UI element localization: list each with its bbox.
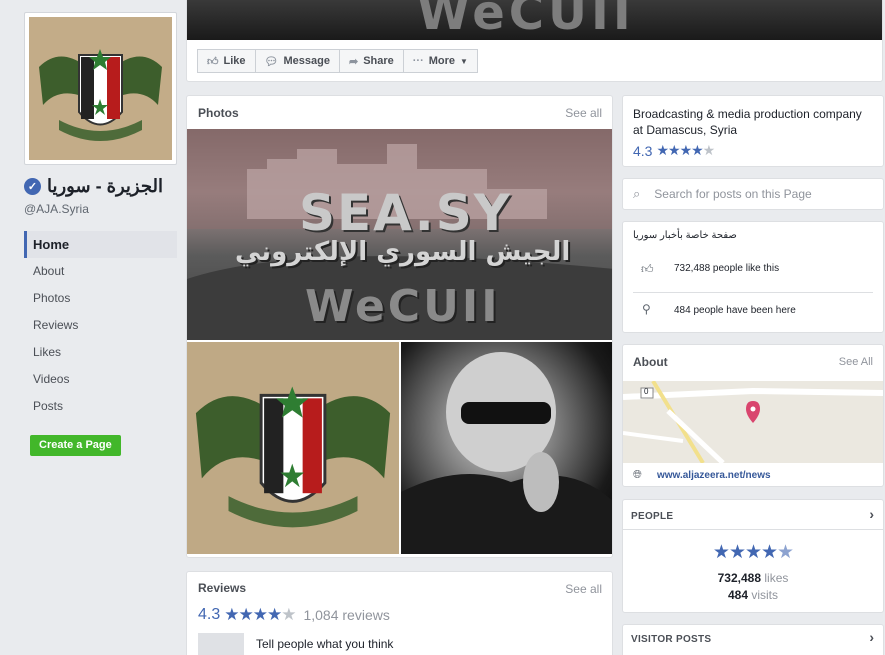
message-label: Message [283,55,330,67]
people-visits[interactable]: 484 visits [623,588,883,602]
photos-card: Photos See all SEA.SY الجيش السوري الإلك… [186,95,613,558]
photo-emblem[interactable] [187,342,399,554]
page-name-text: الجزيرة - سوريا [47,176,163,196]
avatar [198,633,244,655]
reviews-see-all-link[interactable]: See all [565,582,602,596]
photos-see-all-link[interactable]: See all [565,106,602,120]
nav-item-home[interactable]: Home [24,231,177,258]
people-card: PEOPLE › ★★★★★ 732,488 likes 484 visits [622,499,884,613]
cover-card: WeCUII 👍︎ Like 💬︎ Message ➦ Share ··· Mo… [186,0,883,82]
reviews-summary: 4.3 ★★★★★ 1,084 reviews [198,605,390,625]
photo-main-arabic: الجيش السوري الإلكتروني [235,237,571,267]
page-description: Broadcasting & media production company … [633,107,862,137]
people-visits-value: 484 [727,588,748,602]
more-label: More [428,55,456,67]
more-dots-icon: ··· [412,55,424,67]
thumbs-up-icon: 👍︎ [207,55,219,68]
nav-item-reviews[interactable]: Reviews [24,312,177,339]
like-label: Like [223,55,246,67]
visitor-posts-card: VISITOR POSTS › [622,624,884,655]
emblem-graphic [29,17,172,160]
likes-count-text[interactable]: 732,488 people like this [674,263,779,274]
photo-portrait[interactable] [401,342,612,554]
location-pin-icon: ⚲ [642,302,651,316]
people-visits-unit: visits [751,588,779,602]
share-label: Share [363,55,394,67]
reviews-rating: 4.3 [198,606,221,623]
share-button[interactable]: ➦ Share [338,49,404,73]
page-nav: Home About Photos Reviews Likes Videos P… [24,231,177,420]
divider [623,529,883,530]
about-see-all-link[interactable]: See All [839,356,873,368]
share-icon: ➦ [348,55,359,68]
star-icon: ★★★★★ [224,605,296,624]
reviews-card: Reviews See all 4.3 ★★★★★ 1,084 reviews … [186,571,613,655]
website-link[interactable]: www.aljazeera.net/news [657,470,771,481]
message-button[interactable]: 💬︎ Message [254,49,340,73]
visits-text[interactable]: 484 people have been here [674,305,796,316]
thumbs-up-icon: 👍︎ [641,262,654,276]
map-road-label: 0 [644,387,649,396]
chevron-right-icon[interactable]: › [869,629,874,645]
profile-emblem [29,17,172,160]
map[interactable]: 0 [623,381,883,463]
info-card: Broadcasting & media production company … [622,95,884,167]
people-likes[interactable]: 732,488 likes [623,571,883,585]
emblem-graphic-large [187,342,399,554]
about-title: About [633,355,668,369]
about-card: About See All 0 🌐︎ www.aljazeera.net/new… [622,344,884,487]
reviews-title: Reviews [198,581,247,595]
nav-item-photos[interactable]: Photos [24,285,177,312]
photos-title: Photos [198,106,239,120]
page-title: ✓ الجزيرة - سوريا [24,176,163,197]
nav-item-likes[interactable]: Likes [24,339,177,366]
nav-item-videos[interactable]: Videos [24,366,177,393]
info-rating[interactable]: 4.3 ★★★★★ [633,142,715,159]
likes-subtitle: صفحة خاصة بأخبار سوريا [633,230,737,241]
chevron-right-icon[interactable]: › [869,506,874,522]
caret-down-icon: ▼ [460,56,468,66]
photo-main-title: SEA.SY [299,184,513,242]
page-handle[interactable]: @AJA.Syria [24,202,89,216]
globe-icon: 🌐︎ [633,469,642,481]
search-input[interactable]: Search for posts on this Page [654,187,811,201]
cover-photo[interactable]: WeCUII [187,0,882,40]
verified-badge-icon: ✓ [24,178,41,195]
people-title: PEOPLE [631,511,674,522]
photo-main[interactable]: SEA.SY الجيش السوري الإلكتروني WeCUII [187,129,612,340]
people-likes-value: 732,488 [717,571,762,585]
nav-item-posts[interactable]: Posts [24,393,177,420]
more-button[interactable]: ··· More ▼ [402,49,478,73]
search-icon: ⌕ [633,186,641,201]
people-likes-unit: likes [764,571,789,585]
photo-main-subtext: WeCUII [305,281,501,332]
info-rating-value: 4.3 [633,142,653,159]
likes-card: صفحة خاصة بأخبار سوريا 👍︎ 732,488 people… [622,221,884,333]
visitor-posts-title: VISITOR POSTS [631,634,712,645]
portrait-graphic [401,352,612,554]
divider [633,292,873,293]
like-button[interactable]: 👍︎ Like [197,49,256,73]
action-bar: 👍︎ Like 💬︎ Message ➦ Share ··· More ▼ [197,49,478,73]
nav-item-about[interactable]: About [24,258,177,285]
map-graphic [623,381,883,463]
cover-overlay-text: WeCUII [417,0,635,40]
create-page-button[interactable]: Create a Page [30,435,121,456]
message-icon: 💬︎ [264,55,279,68]
review-prompt[interactable]: Tell people what you think [256,637,393,651]
reviews-count[interactable]: 1,084 reviews [303,607,389,623]
profile-picture[interactable] [24,12,177,165]
star-icon: ★★★★★ [712,542,794,563]
star-icon: ★★★★★ [656,142,715,158]
page-search[interactable]: ⌕ Search for posts on this Page [622,178,884,210]
